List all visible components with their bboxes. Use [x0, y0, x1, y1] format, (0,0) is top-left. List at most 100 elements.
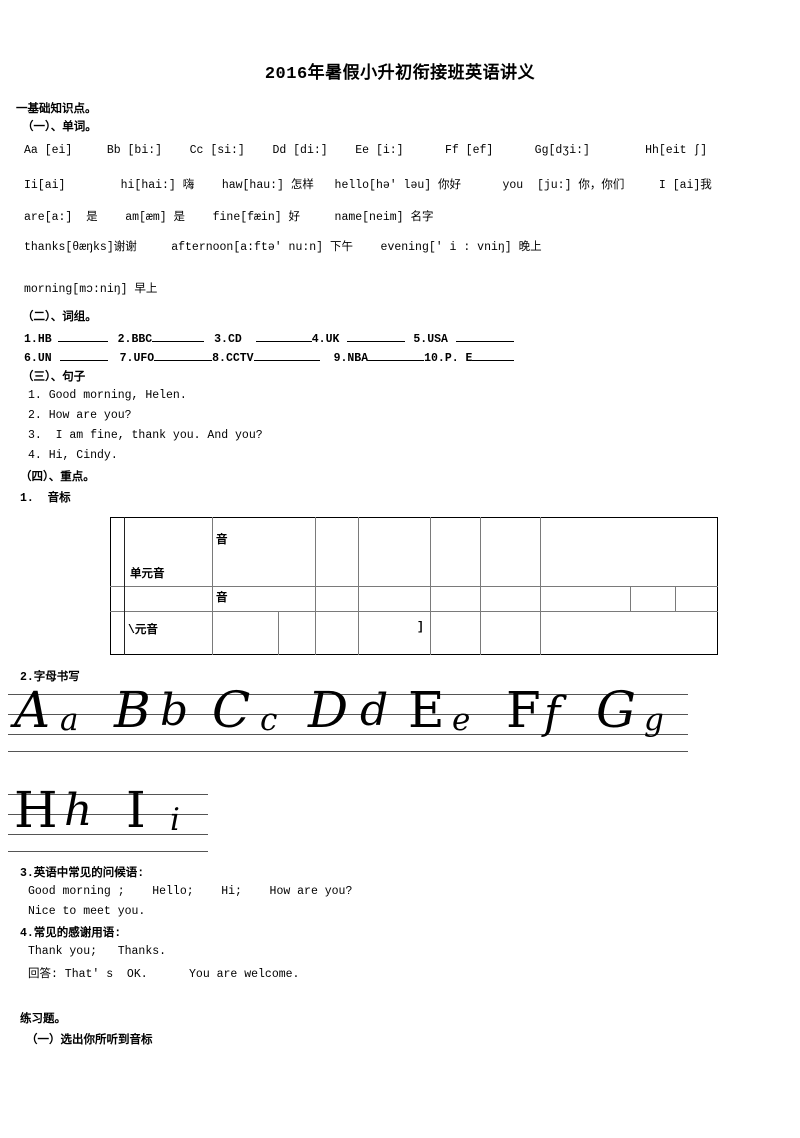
answer-blank[interactable] — [57, 330, 108, 342]
heading-part-one-words: （一）、单词。 — [22, 121, 97, 134]
document-body: 2016年暑假小升初衔接班英语讲义 一基础知识点。 （一）、单词。 Aa [ei… — [16, 0, 784, 1047]
word-group-item: 3.CD — [214, 333, 312, 346]
answer-blank[interactable] — [59, 349, 108, 361]
table-label-monophthong: 单元音 — [130, 568, 165, 581]
alphabet-line-4: thanks[θæŋks]谢谢 afternoon[a:ftə' nu:n] 下… — [24, 241, 542, 254]
letter-lowercase-a: a — [60, 702, 79, 738]
sentence-item: 2. How are you? — [28, 409, 132, 422]
handwriting-cell-Aa: A a — [8, 685, 108, 752]
guide-line — [206, 751, 304, 752]
letter-uppercase-C: C — [212, 681, 251, 739]
letter-uppercase-F: F — [506, 681, 541, 739]
word-group-item: 2.BBC — [118, 333, 205, 346]
exercise-item-1: （一）选出你所听到音标 — [26, 1034, 153, 1047]
guide-line — [108, 814, 208, 815]
table-hline — [110, 586, 718, 587]
guide-line — [108, 851, 208, 852]
guide-line — [592, 751, 688, 752]
guide-line — [498, 751, 592, 752]
letter-lowercase-f: f — [544, 688, 561, 739]
alphabet-line-1: Aa [ei] Bb [bi:] Cc [si:] Dd [di:] Ee [i… — [24, 144, 708, 157]
handwriting-cell-Ff: F f — [498, 685, 592, 752]
answer-blank[interactable] — [472, 349, 515, 361]
table-hline — [110, 611, 718, 612]
letter-lowercase-e: e — [452, 702, 471, 738]
guide-line — [304, 751, 402, 752]
heading-part-three-sentences: （三）、句子 — [22, 371, 86, 384]
word-group-item: 5.USA — [413, 333, 514, 346]
guide-line — [8, 851, 108, 852]
greeting-line-1: Good morning ; Hello; Hi; How are you? — [28, 885, 353, 898]
sentence-item: 3. I am fine, thank you. And you? — [28, 429, 263, 442]
alphabet-line-3: are[a:] 是 am[æm] 是 fine[fæin] 好 name[nei… — [24, 211, 434, 224]
letter-uppercase-B: B — [114, 681, 151, 739]
key-point-4-thanks: 4.常见的感谢用语: — [20, 927, 122, 940]
phonetic-table: 单元音 \元音 音 音 ] — [110, 517, 718, 655]
heading-basic-knowledge: 一基础知识点。 — [16, 103, 97, 116]
letter-uppercase-I: I — [126, 781, 146, 839]
letter-uppercase-H: H — [14, 781, 58, 839]
letter-lowercase-b: b — [160, 685, 189, 736]
letter-uppercase-G: G — [596, 681, 636, 739]
thanks-line-2: 回答: That' s OK. You are welcome. — [28, 968, 300, 981]
guide-line — [108, 794, 208, 795]
answer-blank[interactable] — [154, 349, 213, 361]
answer-blank[interactable] — [253, 349, 320, 361]
handwriting-cell-Ee: E e — [402, 685, 498, 752]
key-point-1-phonetics: 1. 音标 — [20, 492, 71, 505]
letter-lowercase-d: d — [360, 685, 389, 736]
table-vline — [358, 517, 359, 655]
handwriting-cell-Bb: B b — [108, 685, 206, 752]
letter-uppercase-A: A — [14, 681, 51, 739]
answer-blank[interactable] — [152, 330, 205, 342]
sentence-item: 1. Good morning, Helen. — [28, 389, 187, 402]
document-page: 2016年暑假小升初衔接班英语讲义 一基础知识点。 （一）、单词。 Aa [ei… — [0, 0, 800, 1138]
table-vline-partial — [675, 586, 676, 611]
table-cell-sound-a: 音 — [216, 534, 228, 547]
letter-lowercase-g: g — [644, 702, 664, 738]
table-cell-sound-c: ] — [417, 621, 424, 634]
table-vline — [124, 517, 125, 655]
table-vline-partial — [278, 611, 279, 655]
word-group-item: 1.HB — [24, 333, 108, 346]
table-vline — [480, 517, 481, 655]
heading-exercises: 练习题。 — [20, 1013, 66, 1026]
alphabet-line-2: Ii[ai] hi[hai:] 嗨 haw[hau:] 怎样 hello[hə'… — [24, 179, 712, 192]
handwriting-practice-row-1: A a B b C c D d E e F f G g — [8, 685, 708, 752]
thanks-line-1: Thank you; Thanks. — [28, 945, 167, 958]
heading-part-four-key-points: （四）、重点。 — [20, 471, 95, 484]
letter-lowercase-i: i — [170, 802, 180, 838]
answer-blank[interactable] — [347, 330, 406, 342]
letter-uppercase-D: D — [308, 681, 349, 739]
answer-blank[interactable] — [455, 330, 514, 342]
word-group-row-1: 1.HB 2.BBC 3.CD 4.UK 5.USA — [24, 330, 514, 346]
table-cell-sound-b: 音 — [216, 592, 228, 605]
letter-lowercase-c: c — [260, 702, 278, 738]
table-vline — [315, 517, 316, 655]
heading-part-two-phrases: （二）、词组。 — [22, 311, 97, 324]
letter-lowercase-h: h — [64, 785, 93, 836]
table-vline-partial — [630, 586, 631, 611]
table-vline — [430, 517, 431, 655]
table-label-diphthong: \元音 — [128, 624, 158, 637]
letter-uppercase-E: E — [408, 681, 445, 739]
word-group-item: 8.CCTV — [212, 349, 320, 365]
handwriting-cell-Dd: D d — [304, 685, 402, 752]
handwriting-cell-Cc: C c — [206, 685, 304, 752]
word-group-item: 9.NBA — [334, 352, 425, 365]
page-title: 2016年暑假小升初衔接班英语讲义 — [264, 65, 536, 84]
key-point-3-greetings: 3.英语中常见的问候语: — [20, 867, 145, 880]
sentence-item: 4. Hi, Cindy. — [28, 449, 118, 462]
greeting-line-2: Nice to meet you. — [28, 905, 146, 918]
word-group-item: 4.UK — [312, 333, 406, 346]
guide-line — [8, 751, 108, 752]
answer-blank[interactable] — [255, 330, 312, 342]
alphabet-line-5: morning[mɔ:niŋ] 早上 — [24, 283, 158, 296]
table-vline — [212, 517, 213, 655]
word-group-item: 6.UN — [24, 352, 108, 365]
handwriting-practice-row-2: H h I i — [8, 785, 408, 852]
answer-blank[interactable] — [368, 349, 425, 361]
word-group-item: 10.P. E — [424, 349, 515, 365]
guide-line — [108, 751, 206, 752]
word-group-item: 7.UFO — [120, 352, 213, 365]
